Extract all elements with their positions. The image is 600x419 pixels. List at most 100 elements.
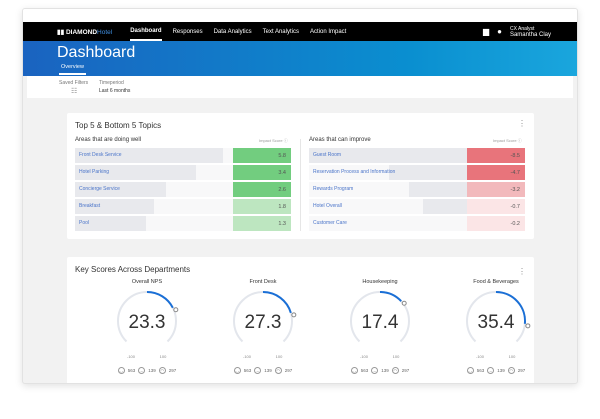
passives-count: 139: [264, 368, 272, 373]
impact-score: 3.4: [233, 165, 291, 180]
topic-label[interactable]: Reservation Process and Information: [313, 169, 395, 175]
passive-icon: –: [487, 367, 495, 374]
filter-bar: Saved Filters ☷ Timeperiod Last 6 months: [27, 76, 573, 98]
gauge-value: 27.3: [245, 312, 282, 333]
brand-logo[interactable]: ▮▮ DIAMONDHotel: [57, 28, 112, 36]
gauge-min: -100: [360, 354, 369, 359]
promoters-count: 563: [127, 368, 136, 373]
topic-label[interactable]: Hotel Parking: [79, 169, 109, 175]
gauge-chart: 23.3 -100 100: [117, 291, 179, 359]
detractors-count: 297: [284, 368, 293, 373]
page-header: Dashboard Overview: [23, 41, 577, 76]
topic-label[interactable]: Pool: [79, 220, 89, 226]
more-options-icon[interactable]: ⋮: [518, 119, 526, 128]
gauge-title: Housekeeping: [362, 279, 398, 285]
detractor-icon: ◠: [158, 367, 166, 374]
response-counts: ◡ 563 –139 ◠ 297: [97, 367, 197, 374]
detractor-icon: ◠: [391, 367, 399, 374]
nav-action-impact[interactable]: Action Impact: [310, 22, 346, 41]
detractor-icon: ◠: [507, 367, 515, 374]
gauge-title: Front Desk: [249, 279, 277, 285]
nav-text-analytics[interactable]: Text Analytics: [263, 22, 299, 41]
promoters-count: 563: [476, 368, 485, 373]
promoter-icon: ◡: [466, 367, 474, 374]
topic-row[interactable]: Customer Care -0.2: [309, 216, 525, 231]
gauge-chart: 17.4 -100 100: [350, 291, 410, 359]
impact-score: -0.7: [467, 199, 525, 214]
divider: [300, 139, 301, 231]
promoters-count: 563: [243, 368, 252, 373]
topic-bar: [389, 165, 467, 180]
impact-score: -0.2: [467, 216, 525, 231]
detractor-icon: ◠: [274, 367, 282, 374]
nav-dashboard[interactable]: Dashboard: [130, 22, 162, 41]
detractors-count: 297: [401, 368, 410, 373]
topic-row[interactable]: Breakfast 1.8: [75, 199, 291, 214]
card-title: Top 5 & Bottom 5 Topics: [75, 121, 162, 130]
app-window: ▮▮ DIAMONDHotel Dashboard Responses Data…: [22, 8, 578, 384]
timeperiod-label: Timeperiod: [99, 80, 124, 86]
promoter-icon: ◡: [233, 367, 241, 374]
gauge-min: -100: [243, 354, 252, 359]
user-icon[interactable]: ●: [497, 27, 502, 36]
gauge-title: Overall NPS: [131, 279, 163, 285]
passives-count: 139: [497, 368, 505, 373]
filter-icon[interactable]: ☷: [71, 87, 77, 95]
gauge-value: 17.4: [362, 312, 399, 333]
topic-row[interactable]: Rewards Program -3.2: [309, 182, 525, 197]
topic-label[interactable]: Rewards Program: [313, 186, 353, 192]
gauge-handle: [173, 307, 179, 313]
gauge-title: Food & Beverages: [473, 279, 519, 285]
topic-row[interactable]: Hotel Overall -0.7: [309, 199, 525, 214]
passives-count: 139: [381, 368, 389, 373]
topic-row[interactable]: Guest Room -8.5: [309, 148, 525, 163]
promoters-count: 563: [360, 368, 369, 373]
score-gauge: Housekeeping 17.4 -100 100 ◡ 563 –139 ◠ 29…: [330, 279, 430, 374]
gauge-max: 100: [276, 354, 283, 359]
gauge-handle: [401, 300, 407, 306]
detractors-count: 297: [517, 368, 526, 373]
promoter-icon: ◡: [117, 367, 125, 374]
impact-score: 1.8: [233, 199, 291, 214]
card-title: Key Scores Across Departments: [75, 265, 191, 274]
topic-label[interactable]: Hotel Overall: [313, 203, 342, 209]
topic-label[interactable]: Front Desk Service: [79, 152, 122, 158]
tab-overview[interactable]: Overview: [59, 64, 86, 75]
gauge-min: -100: [127, 354, 136, 359]
timeperiod-select[interactable]: Last 6 months: [99, 88, 130, 94]
gauge-max: 100: [393, 354, 400, 359]
topic-row[interactable]: Hotel Parking 3.4: [75, 165, 291, 180]
topics-card: Top 5 & Bottom 5 Topics ⋮ Areas that are…: [67, 113, 534, 239]
score-gauge: Food & Beverages 35.4 -100 100 ◡ 563 –139…: [446, 279, 546, 374]
topic-row[interactable]: Pool 1.3: [75, 216, 291, 231]
good-topics-list: Front Desk Service 5.8 Hotel Parking 3.4 Con…: [75, 148, 291, 233]
topic-row[interactable]: Concierge Service 2.6: [75, 182, 291, 197]
gauge-value-arc: [379, 291, 402, 302]
impact-score: 1.3: [233, 216, 291, 231]
document-icon[interactable]: ▆: [483, 27, 489, 36]
topic-label[interactable]: Guest Room: [313, 152, 341, 158]
gauge-value-arc: [262, 291, 292, 314]
gauge-max: 100: [160, 354, 167, 359]
page-title: Dashboard: [57, 44, 136, 61]
nav-data-analytics[interactable]: Data Analytics: [214, 22, 252, 41]
topic-label[interactable]: Customer Care: [313, 220, 347, 226]
topic-label[interactable]: Breakfast: [79, 203, 100, 209]
impact-score-label: Impact Score ⓘ: [259, 138, 288, 143]
gauge-value: 23.3: [129, 312, 166, 333]
nav-responses[interactable]: Responses: [173, 22, 203, 41]
topic-label[interactable]: Concierge Service: [79, 186, 120, 192]
more-options-icon[interactable]: ⋮: [518, 267, 526, 276]
response-counts: ◡ 563 –139 ◠ 297: [330, 367, 430, 374]
topic-row[interactable]: Reservation Process and Information -4.7: [309, 165, 525, 180]
impact-score: -8.5: [467, 148, 525, 163]
impact-score: 2.6: [233, 182, 291, 197]
gauge-min: -100: [476, 354, 485, 359]
response-counts: ◡ 563 –139 ◠ 297: [213, 367, 313, 374]
user-menu[interactable]: CX Analyst Samantha Clay: [510, 26, 551, 38]
promoter-icon: ◡: [350, 367, 358, 374]
passives-count: 139: [148, 368, 156, 373]
topic-bar: [409, 182, 467, 197]
topic-row[interactable]: Front Desk Service 5.8: [75, 148, 291, 163]
bad-title: Areas that can improve: [309, 137, 371, 143]
